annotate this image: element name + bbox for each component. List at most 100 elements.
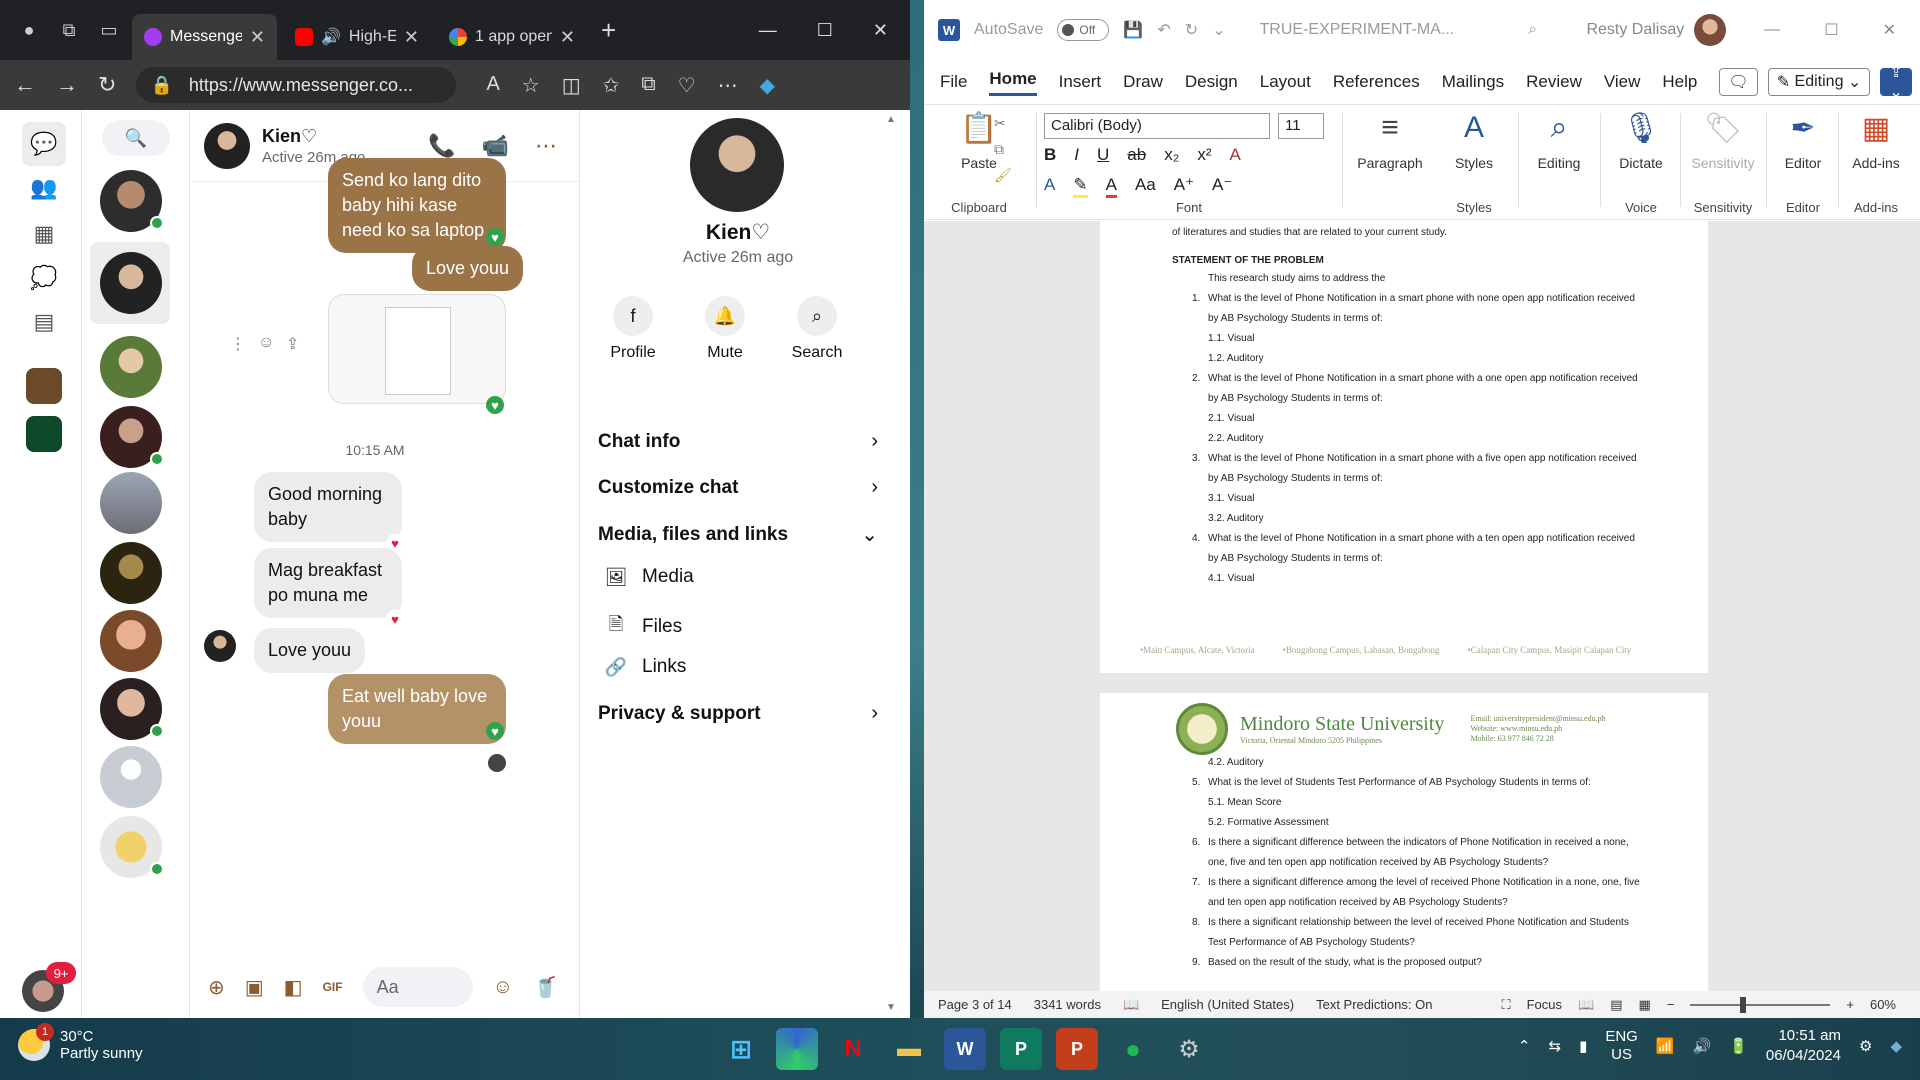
marketplace-icon[interactable]: ▦: [22, 212, 66, 256]
spotify-icon[interactable]: ●: [1112, 1028, 1154, 1070]
format-painter-icon[interactable]: 🖌: [994, 167, 1012, 184]
video-call-icon[interactable]: 📹: [482, 133, 509, 159]
copy-icon[interactable]: ⧉: [994, 141, 1004, 158]
volume-icon[interactable]: 🔊: [1693, 1037, 1712, 1055]
forward-icon[interactable]: →: [56, 72, 78, 98]
tab-view[interactable]: View: [1604, 72, 1641, 92]
close-tab-icon[interactable]: ✕: [250, 27, 265, 48]
links-item[interactable]: 🔗 Links: [604, 656, 687, 678]
maximize-icon[interactable]: ☐: [1824, 20, 1838, 40]
autosave-toggle[interactable]: Off: [1057, 19, 1110, 41]
back-icon[interactable]: ←: [14, 72, 36, 98]
tab-google[interactable]: 1 app open ✕: [437, 14, 587, 60]
zoom-thumb[interactable]: [1740, 996, 1747, 1013]
paste-icon[interactable]: 📋: [934, 111, 1024, 155]
document-page[interactable]: Mindoro State University Victoria, Orien…: [1100, 693, 1708, 991]
search-icon[interactable]: ⌕: [1528, 21, 1537, 39]
browser-essentials-icon[interactable]: ♡: [678, 73, 696, 98]
requests-icon[interactable]: 💭: [22, 256, 66, 300]
page-count[interactable]: Page 3 of 14: [938, 997, 1012, 1012]
sender-avatar[interactable]: [204, 630, 236, 662]
word-count[interactable]: 3341 words: [1034, 997, 1101, 1012]
workspaces-icon[interactable]: ⧉: [52, 13, 86, 47]
weather-widget[interactable]: 1 30°C Partly sunny: [18, 1023, 143, 1062]
search-conversation-button[interactable]: ⌕ Search: [772, 296, 862, 362]
community-icon[interactable]: [26, 368, 62, 404]
chat-avatar[interactable]: [100, 336, 162, 398]
powerpoint-icon[interactable]: P: [1056, 1028, 1098, 1070]
new-tab-icon[interactable]: +: [601, 15, 616, 46]
read-aloud-icon[interactable]: A: [486, 73, 499, 98]
chat-avatar[interactable]: [100, 610, 162, 672]
tab-draw[interactable]: Draw: [1123, 72, 1163, 92]
add-icon[interactable]: ⊕: [208, 975, 225, 1000]
tab-messenger[interactable]: Messenger ✕: [132, 14, 277, 60]
focus-icon[interactable]: ⛶: [1501, 997, 1510, 1013]
contact-name[interactable]: Kien♡: [262, 126, 365, 147]
zoom-out-icon[interactable]: −: [1667, 997, 1675, 1012]
minimize-icon[interactable]: —: [1764, 21, 1780, 39]
document-canvas[interactable]: of literatures and studies that are rela…: [924, 221, 1920, 991]
audio-playing-icon[interactable]: 🔊: [321, 27, 341, 47]
tab-actions-icon[interactable]: ▭: [92, 13, 126, 47]
message-input[interactable]: Aa: [362, 967, 473, 1007]
copilot-icon[interactable]: ◆: [1890, 1037, 1902, 1055]
word-icon[interactable]: W: [944, 1028, 986, 1070]
contact-avatar[interactable]: [204, 122, 250, 169]
message-bubble[interactable]: Love youu: [412, 246, 524, 291]
tab-help[interactable]: Help: [1662, 72, 1697, 92]
close-window-icon[interactable]: ✕: [1883, 20, 1896, 40]
tab-review[interactable]: Review: [1526, 72, 1582, 92]
gif-icon[interactable]: GIF: [323, 980, 343, 994]
refresh-icon[interactable]: ↻: [98, 72, 116, 98]
chats-icon[interactable]: 💬: [22, 122, 66, 166]
editing-mode-button[interactable]: ✎ Editing ⌄: [1767, 68, 1871, 96]
files-item[interactable]: 🗎 Files: [604, 612, 682, 642]
share-icon[interactable]: ⇪: [286, 334, 299, 354]
archive-icon[interactable]: ▤: [22, 300, 66, 344]
tab-references[interactable]: References: [1333, 72, 1420, 92]
zoom-slider[interactable]: [1690, 996, 1831, 1013]
split-screen-icon[interactable]: ◫: [562, 73, 581, 98]
tab-design[interactable]: Design: [1185, 72, 1238, 92]
tab-mailings[interactable]: Mailings: [1442, 72, 1504, 92]
save-icon[interactable]: 💾: [1123, 20, 1143, 40]
message-bubble[interactable]: Send ko lang dito baby hihi kase need ko…: [328, 158, 506, 253]
tab-youtube[interactable]: 🔊 High-E ✕: [283, 14, 431, 60]
tab-insert[interactable]: Insert: [1059, 72, 1102, 92]
customize-toolbar-icon[interactable]: ⌄: [1212, 20, 1225, 40]
tab-layout[interactable]: Layout: [1260, 72, 1311, 92]
community-icon[interactable]: [26, 416, 62, 452]
tray-app-icon[interactable]: ▮: [1579, 1037, 1587, 1055]
file-explorer-icon[interactable]: ▬: [888, 1028, 930, 1070]
quick-reaction-icon[interactable]: 🥤: [533, 975, 558, 1000]
message-more-icon[interactable]: ⋮: [230, 334, 246, 354]
chat-avatar[interactable]: [100, 252, 162, 314]
edge-icon[interactable]: [776, 1028, 818, 1070]
photo-icon[interactable]: ▣: [245, 975, 264, 1000]
document-title[interactable]: TRUE-EXPERIMENT-MA...: [1260, 21, 1455, 39]
sticker-icon[interactable]: ◧: [284, 975, 303, 1000]
favorite-star-icon[interactable]: ☆: [522, 73, 540, 98]
attached-image[interactable]: [328, 294, 506, 404]
mute-button[interactable]: 🔔 Mute: [680, 296, 770, 362]
editing-group[interactable]: ⌕ Editing: [1522, 111, 1596, 215]
comments-button[interactable]: 🗨: [1719, 68, 1758, 96]
close-tab-icon[interactable]: ✕: [404, 27, 419, 48]
copilot-icon[interactable]: ◆: [760, 73, 775, 98]
profile-button[interactable]: f Profile: [588, 296, 678, 362]
paragraph-group[interactable]: ≡ Paragraph: [1348, 111, 1432, 215]
scrollbar[interactable]: ▲ ▼: [884, 110, 896, 1018]
maximize-icon[interactable]: ☐: [817, 20, 833, 41]
addins-group[interactable]: ▦ Add-ins Add-ins: [1840, 111, 1912, 215]
print-layout-icon[interactable]: ▤: [1610, 997, 1622, 1013]
user-avatar[interactable]: [1694, 14, 1727, 46]
share-button[interactable]: ⇪ ⌄: [1880, 64, 1912, 101]
focus-mode[interactable]: Focus: [1527, 997, 1562, 1012]
search-icon[interactable]: 🔍: [102, 120, 170, 156]
settings-icon[interactable]: ⚙: [1168, 1028, 1210, 1070]
people-icon[interactable]: 👥: [22, 166, 66, 210]
contact-profile-photo[interactable]: [690, 118, 784, 212]
web-layout-icon[interactable]: ▦: [1638, 997, 1650, 1013]
react-icon[interactable]: ☺: [258, 334, 274, 352]
